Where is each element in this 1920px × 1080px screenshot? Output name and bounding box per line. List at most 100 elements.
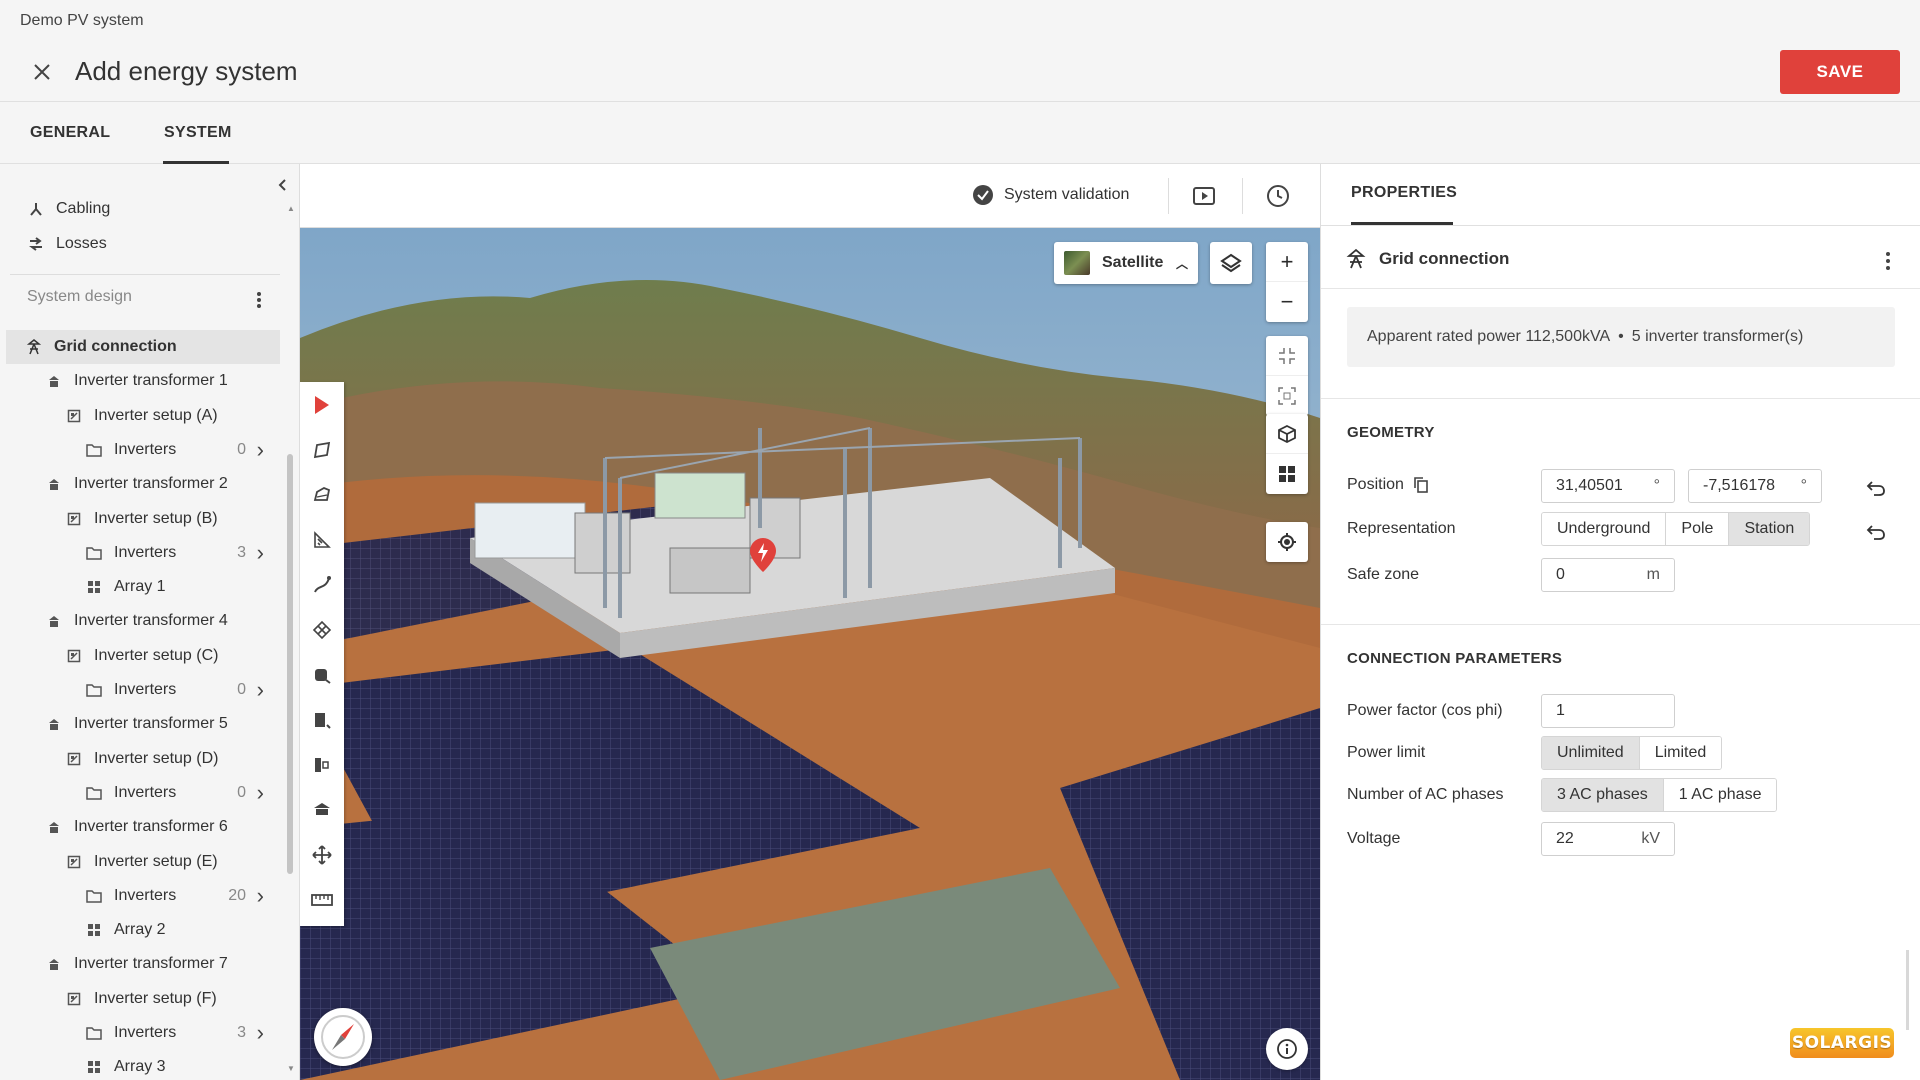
- tab-general[interactable]: GENERAL: [30, 124, 110, 142]
- compass-button[interactable]: [314, 1008, 372, 1066]
- tree-item[interactable]: Inverter transformer 4: [6, 604, 280, 638]
- tree-item[interactable]: Inverter setup (B): [6, 502, 280, 536]
- view-2d-button[interactable]: [1266, 454, 1308, 494]
- fence-icon: [312, 620, 332, 639]
- scrollbar[interactable]: [287, 454, 293, 874]
- tree-item[interactable]: Inverters 0 ›: [6, 673, 280, 707]
- draw-exclusion-tool[interactable]: [300, 472, 344, 517]
- tab-properties[interactable]: PROPERTIES: [1351, 184, 1457, 202]
- sidebar-item-losses[interactable]: Losses: [28, 235, 107, 253]
- properties-panel: PROPERTIES Grid connection Apparent rate…: [1320, 164, 1920, 1080]
- tree-item[interactable]: Inverter setup (E): [6, 845, 280, 879]
- collapse-panel-icon[interactable]: [274, 176, 292, 194]
- chevron-right-icon[interactable]: ›: [257, 1020, 264, 1046]
- tree-item[interactable]: Inverters 3 ›: [6, 536, 280, 570]
- sidebar-item-cabling[interactable]: Cabling: [28, 200, 110, 218]
- representation-pole[interactable]: Pole: [1666, 513, 1730, 545]
- tree-item[interactable]: Inverters 0 ›: [6, 776, 280, 810]
- voltage-field[interactable]: 22 kV: [1541, 822, 1675, 856]
- grid-connection-icon: [1346, 248, 1366, 269]
- history-icon[interactable]: [1266, 184, 1290, 208]
- tree-item[interactable]: Inverter transformer 7: [6, 947, 280, 981]
- ac-phases-one[interactable]: 1 AC phase: [1663, 779, 1777, 811]
- tree-item-label: Inverter setup (E): [94, 852, 218, 870]
- scrollbar[interactable]: [1906, 950, 1909, 1030]
- map-view[interactable]: Satellite ︿ + −: [300, 228, 1320, 1080]
- tree-item[interactable]: Inverter transformer 5: [6, 707, 280, 741]
- reset-position-icon[interactable]: [1865, 477, 1887, 499]
- play-icon[interactable]: [1192, 184, 1216, 208]
- tree-item[interactable]: Inverter transformer 6: [6, 810, 280, 844]
- fit-controls: [1266, 336, 1308, 416]
- power-factor-field[interactable]: 1: [1541, 694, 1675, 728]
- view-3d-button[interactable]: [1266, 414, 1308, 454]
- draw-fence-tool[interactable]: [300, 607, 344, 652]
- scroll-up-icon[interactable]: ▲: [287, 204, 295, 213]
- latitude-field[interactable]: 31,40501 °: [1541, 469, 1675, 503]
- move-tool[interactable]: [300, 832, 344, 877]
- inverter-setup-icon: [66, 511, 82, 527]
- tree-item[interactable]: Array 3: [6, 1050, 280, 1080]
- representation-underground[interactable]: Underground: [1542, 513, 1667, 545]
- chevron-right-icon[interactable]: ›: [257, 780, 264, 806]
- tree-item[interactable]: Inverters 3 ›: [6, 1016, 280, 1050]
- top-bar: Demo PV system Add energy system SAVE: [0, 0, 1920, 102]
- more-options-icon[interactable]: [1881, 250, 1895, 272]
- locate-button[interactable]: [1266, 522, 1308, 562]
- collapse-view-button[interactable]: [1266, 336, 1308, 376]
- place-object-tool[interactable]: [300, 652, 344, 697]
- tree-item-label: Inverters: [114, 440, 177, 458]
- system-validation-button[interactable]: System validation: [972, 184, 1129, 206]
- place-building-tool[interactable]: [300, 697, 344, 742]
- tree-item[interactable]: Inverters 20 ›: [6, 879, 280, 913]
- power-limit-limited[interactable]: Limited: [1639, 737, 1722, 769]
- tab-system[interactable]: SYSTEM: [164, 124, 232, 142]
- basemap-selector[interactable]: Satellite ︿: [1054, 242, 1198, 284]
- chevron-right-icon[interactable]: ›: [257, 677, 264, 703]
- tree-item[interactable]: Inverter setup (C): [6, 639, 280, 673]
- reset-representation-icon[interactable]: [1865, 521, 1887, 543]
- tree-item[interactable]: Grid connection: [6, 330, 280, 364]
- copy-icon[interactable]: [1412, 476, 1430, 494]
- tree-item-label: Array 2: [114, 921, 166, 939]
- zoom-out-button[interactable]: −: [1266, 282, 1308, 322]
- more-options-icon[interactable]: [252, 290, 266, 310]
- tree-item[interactable]: Array 1: [6, 570, 280, 604]
- draw-rows-tool[interactable]: [300, 517, 344, 562]
- layers-button[interactable]: [1210, 242, 1252, 284]
- tree-item[interactable]: Array 2: [6, 913, 280, 947]
- chevron-right-icon[interactable]: ›: [257, 883, 264, 909]
- tree-item[interactable]: Inverter transformer 2: [6, 467, 280, 501]
- place-transformer-tool[interactable]: [300, 787, 344, 832]
- tab-bar: GENERAL SYSTEM: [0, 102, 1920, 164]
- tree-item[interactable]: Inverter setup (F): [6, 982, 280, 1016]
- representation-station[interactable]: Station: [1729, 513, 1810, 545]
- chevron-right-icon[interactable]: ›: [257, 437, 264, 463]
- draw-cable-tool[interactable]: [300, 562, 344, 607]
- measure-tool[interactable]: [300, 877, 344, 922]
- ac-phases-three[interactable]: 3 AC phases: [1542, 779, 1664, 811]
- longitude-field[interactable]: -7,516178 °: [1688, 469, 1822, 503]
- tree-item-count: 20: [228, 886, 246, 904]
- position-label-text: Position: [1347, 476, 1404, 493]
- scroll-down-icon[interactable]: ▼: [287, 1064, 295, 1073]
- place-inverter-tool[interactable]: [300, 742, 344, 787]
- info-button[interactable]: [1266, 1028, 1308, 1070]
- tree-item[interactable]: Inverters 0 ›: [6, 433, 280, 467]
- fit-view-button[interactable]: [1266, 376, 1308, 416]
- grid-connection-marker-icon[interactable]: [750, 538, 776, 572]
- close-button[interactable]: [28, 58, 56, 86]
- divider: [10, 274, 280, 275]
- tree-item-count: 0: [237, 681, 246, 698]
- safe-zone-field[interactable]: 0 m: [1541, 558, 1675, 592]
- power-limit-unlimited[interactable]: Unlimited: [1542, 737, 1640, 769]
- chevron-right-icon[interactable]: ›: [257, 540, 264, 566]
- tree-item[interactable]: Inverter setup (D): [6, 742, 280, 776]
- tree-item[interactable]: Inverter transformer 1: [6, 364, 280, 398]
- select-tool[interactable]: [300, 382, 344, 427]
- position-label: Position: [1347, 476, 1430, 494]
- draw-area-tool[interactable]: [300, 427, 344, 472]
- zoom-in-button[interactable]: +: [1266, 242, 1308, 282]
- save-button[interactable]: SAVE: [1780, 50, 1900, 94]
- tree-item[interactable]: Inverter setup (A): [6, 399, 280, 433]
